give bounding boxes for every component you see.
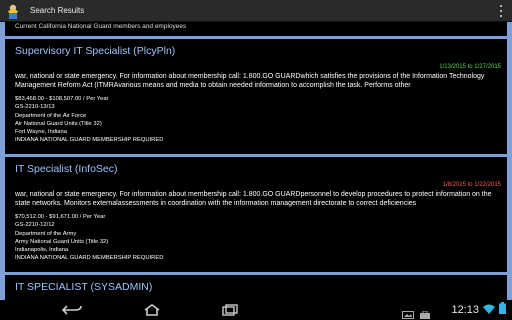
job-location: Fort Wayne, Indiana xyxy=(15,129,67,136)
job-requirement: INDIANA NATIONAL GUARD MEMBERSHIP REQUIR… xyxy=(15,137,164,144)
list-item[interactable]: IT SPECIALIST (SYSADMIN) xyxy=(5,275,507,300)
system-navigation-bar: 12:13 xyxy=(0,300,512,320)
battery-icon xyxy=(499,301,506,319)
job-meta: $70,512.00 - $91,671.00 / Per Year GS-22… xyxy=(15,213,163,263)
job-requirement: INDIANA NATIONAL GUARD MEMBERSHIP REQUIR… xyxy=(15,255,164,262)
wifi-icon xyxy=(483,301,495,319)
job-meta: $83,468.00 - $108,507.00 / Per Year GS-2… xyxy=(15,95,163,145)
clock: 12:13 xyxy=(451,304,479,316)
status-area[interactable]: 12:13 xyxy=(451,302,506,318)
app-user-icon[interactable] xyxy=(4,2,22,20)
job-grade: GS-2210-12/12 xyxy=(15,222,55,229)
list-item-previous[interactable]: Current California National Guard member… xyxy=(5,22,507,36)
job-title[interactable]: IT Specialist (InfoSec) xyxy=(15,163,118,175)
job-dates: 1/13/2015 to 1/27/2015 xyxy=(439,64,501,70)
notification-bag-icon[interactable] xyxy=(419,306,431,319)
previous-card-text: Current California National Guard member… xyxy=(15,23,187,30)
overflow-menu-icon[interactable] xyxy=(496,4,506,18)
job-location: Indianapolis, Indiana xyxy=(15,247,69,254)
recent-apps-icon[interactable] xyxy=(218,303,242,317)
job-description: war, national or state emergency. For in… xyxy=(15,73,485,89)
back-icon[interactable] xyxy=(60,303,84,317)
job-agency: Air National Guard Units (Title 32) xyxy=(15,120,102,127)
job-title[interactable]: Supervisory IT Specialist (PlcyPln) xyxy=(15,45,175,57)
results-list[interactable]: Current California National Guard member… xyxy=(0,22,512,300)
job-salary: $83,468.00 - $108,507.00 / Per Year xyxy=(15,96,109,102)
home-icon[interactable] xyxy=(140,303,164,317)
job-grade: GS-2210-13/13 xyxy=(15,104,55,111)
list-item[interactable]: Supervisory IT Specialist (PlcyPln) 1/13… xyxy=(5,39,507,154)
job-dates: 1/8/2015 to 1/22/2015 xyxy=(442,182,501,188)
list-item[interactable]: IT Specialist (InfoSec) 1/8/2015 to 1/22… xyxy=(5,157,507,272)
job-salary: $70,512.00 - $91,671.00 / Per Year xyxy=(15,214,106,220)
page-title: Search Results xyxy=(30,6,85,15)
job-agency: Army National Guard Units (Title 32) xyxy=(15,238,109,245)
action-bar: Search Results xyxy=(0,0,512,22)
job-department: Department of the Army xyxy=(15,230,77,237)
job-title[interactable]: IT SPECIALIST (SYSADMIN) xyxy=(15,281,152,293)
notification-image-icon[interactable] xyxy=(402,306,414,319)
job-description: war, national or state emergency. For in… xyxy=(15,191,492,207)
job-department: Department of the Air Force xyxy=(15,112,87,119)
